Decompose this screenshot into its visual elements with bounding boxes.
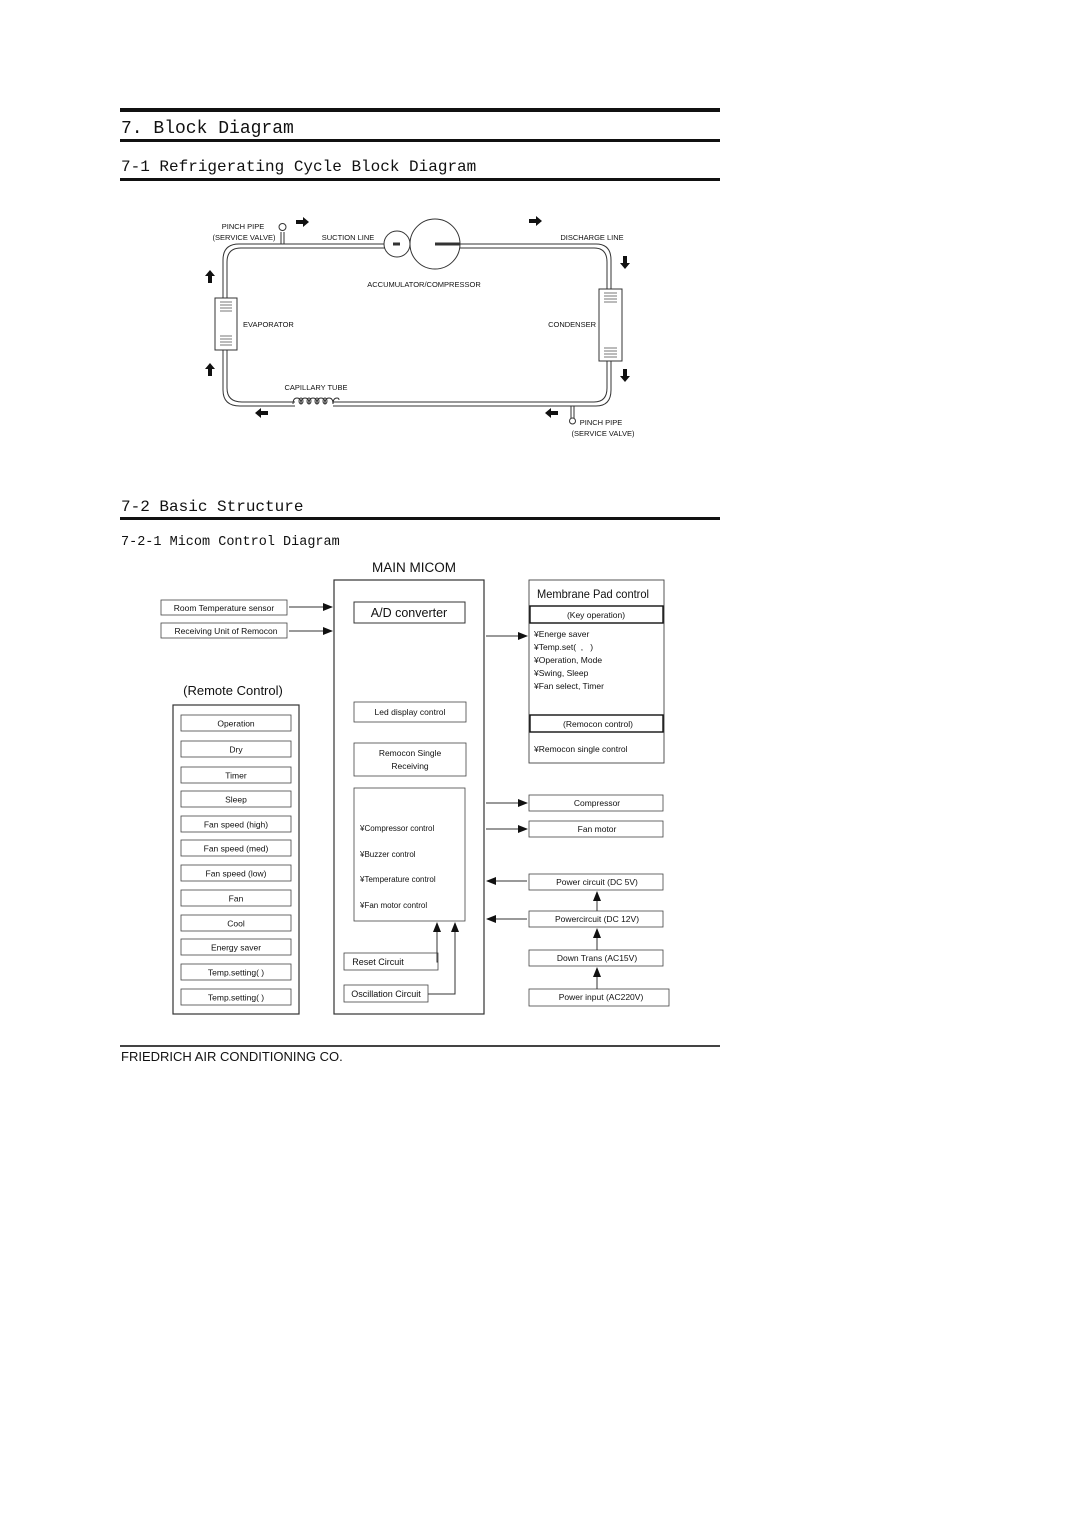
remote-button-label: Fan speed (high) bbox=[204, 820, 268, 830]
remote-button-label: Energy saver bbox=[211, 943, 261, 953]
temp-set-item: ¥Temp.set( , ) bbox=[533, 642, 593, 652]
remote-button-label: Fan speed (low) bbox=[206, 869, 267, 879]
remocon-single-control-item: ¥Remocon single control bbox=[533, 744, 628, 754]
fan-select-timer-item: ¥Fan select, Timer bbox=[533, 681, 604, 691]
power-circuit-5v-label: Power circuit (DC 5V) bbox=[556, 877, 638, 887]
remote-button-label: Cool bbox=[227, 919, 245, 929]
remote-button-label: Fan bbox=[229, 894, 244, 904]
operation-mode-item: ¥Operation, Mode bbox=[533, 655, 602, 665]
membrane-pad-title: Membrane Pad control bbox=[537, 587, 649, 601]
remote-button-label: Sleep bbox=[225, 795, 247, 805]
ad-converter-label: A/D converter bbox=[371, 606, 447, 620]
remote-button-label: Temp.setting( ) bbox=[208, 993, 264, 1003]
remote-button-label: Timer bbox=[225, 771, 247, 781]
room-temperature-sensor-label: Room Temperature sensor bbox=[174, 603, 275, 613]
temperature-control-label: ¥Temperature control bbox=[359, 875, 436, 884]
remote-button-label: Temp.setting( ) bbox=[208, 968, 264, 978]
fan-motor-control-label: ¥Fan motor control bbox=[359, 901, 427, 910]
oscillation-circuit-label: Oscillation Circuit bbox=[351, 989, 421, 999]
compressor-label: Compressor bbox=[574, 798, 620, 808]
footer-company: FRIEDRICH AIR CONDITIONING CO. bbox=[121, 1049, 343, 1064]
remote-control-title: (Remote Control) bbox=[183, 683, 283, 698]
main-micom-title: MAIN MICOM bbox=[372, 560, 456, 575]
compressor-control-label: ¥Compressor control bbox=[359, 824, 434, 833]
micom-control-diagram: MAIN MICOM A/D converter Room Temperatur… bbox=[160, 560, 670, 1015]
remocon-single-label: Remocon Single bbox=[379, 748, 442, 758]
buzzer-control-label: ¥Buzzer control bbox=[359, 850, 416, 859]
receiving-unit-label: Receiving Unit of Remocon bbox=[175, 626, 278, 636]
remote-button-label: Operation bbox=[217, 719, 255, 729]
fan-motor-label: Fan motor bbox=[578, 824, 617, 834]
remote-button-label: Fan speed (med) bbox=[204, 844, 269, 854]
swing-sleep-item: ¥Swing, Sleep bbox=[533, 668, 589, 678]
footer-rule bbox=[120, 1045, 720, 1047]
remote-button-label: Dry bbox=[229, 745, 243, 755]
key-operation-label: (Key operation) bbox=[567, 610, 625, 620]
down-trans-label: Down Trans (AC15V) bbox=[557, 953, 637, 963]
remocon-control-label: (Remocon control) bbox=[563, 719, 633, 729]
reset-circuit-label: Reset Circuit bbox=[352, 957, 404, 967]
power-input-label: Power input (AC220V) bbox=[559, 992, 644, 1002]
receiving-label: Receiving bbox=[391, 761, 429, 771]
power-circuit-12v-label: Powercircuit (DC 12V) bbox=[555, 914, 639, 924]
led-display-control-label: Led display control bbox=[375, 707, 446, 717]
energe-saver-item: ¥Energe saver bbox=[533, 629, 589, 639]
